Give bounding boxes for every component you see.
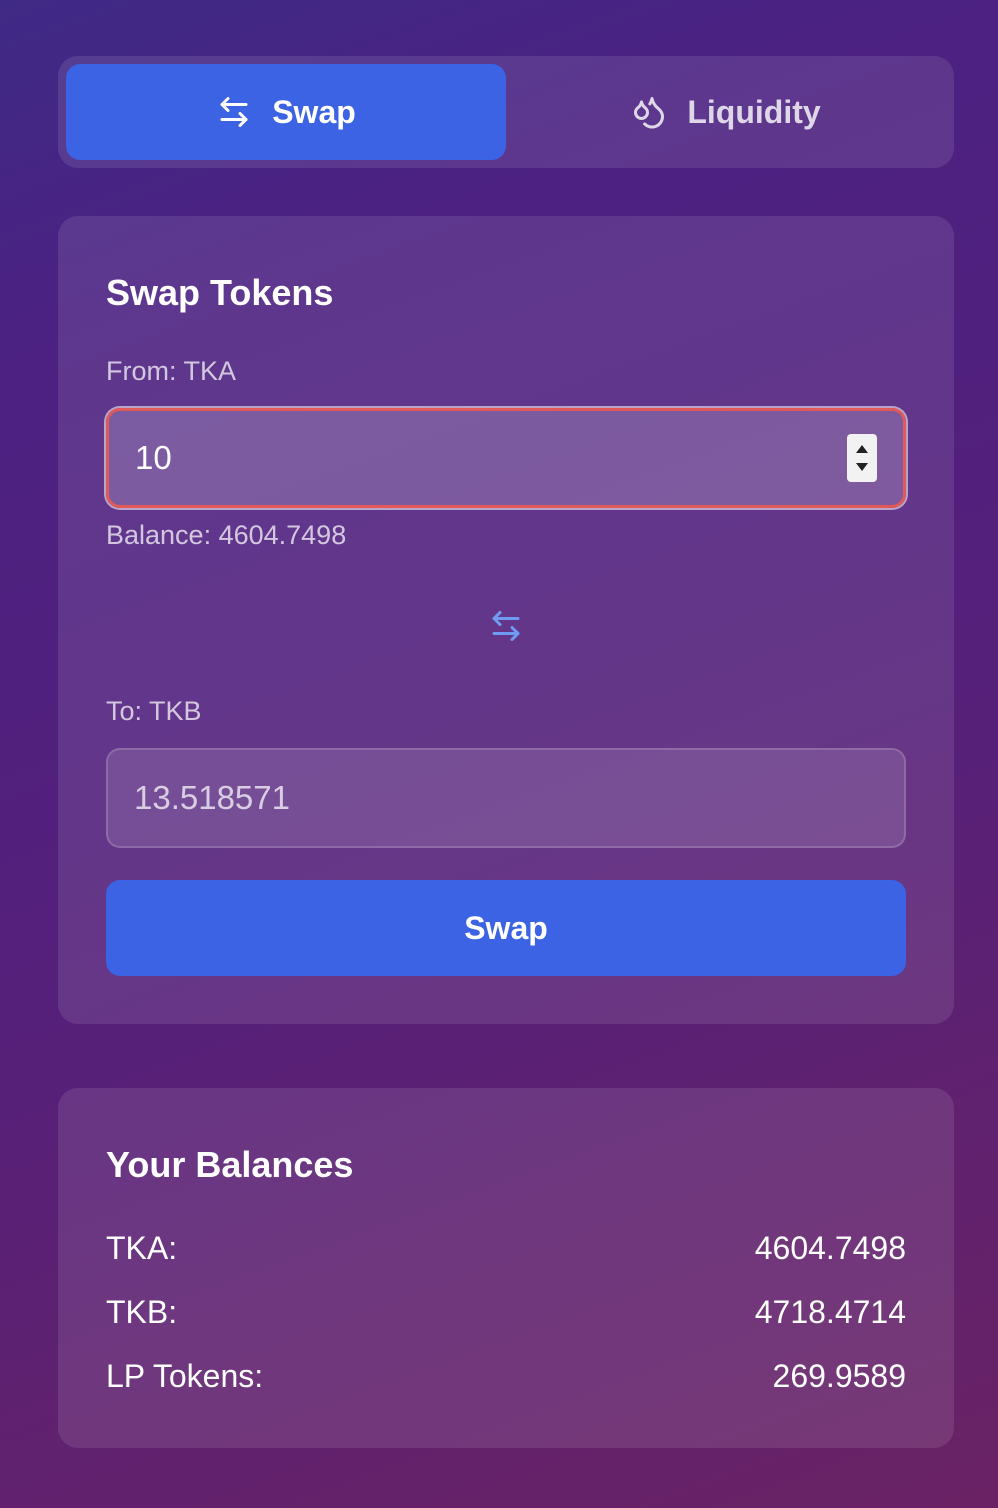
tab-swap[interactable]: Swap [66, 64, 506, 160]
balances-card: Your Balances TKA: 4604.7498 TKB: 4718.4… [58, 1088, 954, 1448]
from-amount-input[interactable]: 10 [106, 408, 906, 508]
to-amount-value: 13.518571 [134, 779, 290, 816]
swap-direction-icon[interactable] [488, 608, 524, 644]
balance-row-tkb: TKB: 4718.4714 [106, 1294, 906, 1331]
swap-button[interactable]: Swap [106, 880, 906, 976]
to-label: To: TKB [106, 696, 202, 726]
balances-card-title: Your Balances [106, 1144, 354, 1185]
balance-label: TKB: [106, 1294, 178, 1330]
to-amount-field[interactable]: 13.518571 [106, 748, 906, 848]
from-balance-text: Balance: 4604.7498 [106, 520, 347, 550]
tab-liquidity-label: Liquidity [687, 93, 821, 130]
balance-row-lp-tokens: LP Tokens: 269.9589 [106, 1358, 906, 1395]
swap-arrows-icon [220, 97, 248, 127]
stepper-down-icon[interactable] [856, 463, 868, 472]
swap-card: Swap Tokens From: TKA 10 Balance: 4604.7… [58, 216, 954, 1024]
number-stepper[interactable] [847, 434, 877, 482]
from-label: From: TKA [106, 356, 237, 386]
balance-value: 4604.7498 [754, 1230, 906, 1266]
balance-row-tka: TKA: 4604.7498 [106, 1230, 906, 1267]
tab-liquidity[interactable]: Liquidity [506, 64, 946, 160]
swap-card-title: Swap Tokens [106, 272, 334, 313]
from-amount-value: 10 [135, 439, 172, 476]
balance-label: LP Tokens: [106, 1358, 264, 1394]
balance-label: TKA: [106, 1230, 178, 1266]
stepper-up-icon[interactable] [856, 444, 868, 453]
droplets-icon [634, 97, 665, 129]
balance-value: 269.9589 [772, 1358, 906, 1394]
tab-bar: Swap Liquidity [58, 56, 954, 168]
balance-value: 4718.4714 [754, 1294, 906, 1330]
tab-swap-label: Swap [272, 93, 356, 130]
